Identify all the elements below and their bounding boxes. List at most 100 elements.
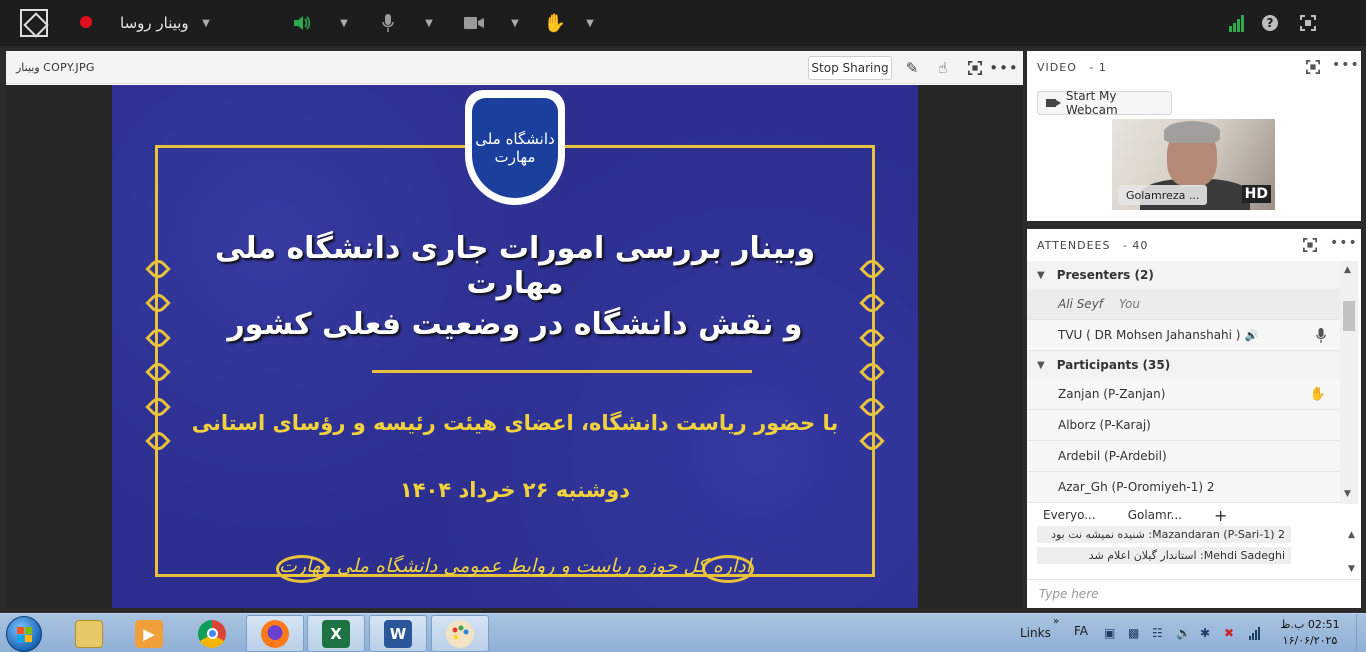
- attendee-row[interactable]: TVU ( DR Mohsen Jahanshahi ) 🔊: [1027, 320, 1340, 351]
- network-tray-icon[interactable]: ▩: [1128, 626, 1142, 640]
- attendee-row[interactable]: Ali Seyf You: [1027, 289, 1340, 320]
- presenters-group-header[interactable]: ▼ Presenters (2): [1027, 261, 1340, 289]
- slide-title-line-2: و نقش دانشگاه در وضعیت فعلی کشور: [227, 307, 803, 342]
- university-logo-text: دانشگاه ملی مهارت: [472, 97, 558, 198]
- scroll-down-icon[interactable]: ▼: [1348, 564, 1355, 574]
- chrome-taskbar-button[interactable]: [183, 615, 241, 652]
- share-pod: وبینار COPY.JPG Stop Sharing ✎ ☝ ••• دان…: [6, 51, 1023, 608]
- chat-message: Mehdi Sadeghi: استاندار گیلان اعلام شد: [1037, 547, 1291, 564]
- presenters-label: Presenters (2): [1056, 268, 1154, 282]
- attendees-scrollbar[interactable]: ▲ ▼: [1340, 261, 1358, 504]
- chat-pod: Everyo... Golamr... + Mazandaran (P-Sari…: [1027, 504, 1361, 608]
- webcam-video-tile[interactable]: Golamreza ... HD: [1112, 119, 1275, 210]
- draw-pen-icon[interactable]: ✎: [901, 57, 923, 79]
- add-chat-tab-button[interactable]: +: [1198, 506, 1243, 525]
- start-webcam-button[interactable]: Start My Webcam: [1037, 89, 1172, 117]
- left-ornament: [144, 256, 172, 454]
- language-indicator[interactable]: FA: [1074, 624, 1088, 638]
- participants-label: Participants (35): [1056, 358, 1171, 372]
- monitor-tray-icon[interactable]: ▣: [1104, 626, 1118, 640]
- video-pod: VIDEO - 1 ••• Start My Webcam Golamreza …: [1027, 51, 1361, 221]
- app-logo-icon[interactable]: [20, 9, 48, 37]
- stop-sharing-button[interactable]: Stop Sharing: [808, 56, 892, 80]
- attendee-name: Ardebil (P-Ardebil): [1058, 449, 1167, 463]
- raise-hand-icon[interactable]: ✋: [541, 0, 569, 46]
- scroll-down-icon[interactable]: ▼: [1344, 489, 1351, 499]
- more-options-icon[interactable]: •••: [1332, 57, 1360, 73]
- slide-frame: [155, 145, 875, 577]
- attendee-row[interactable]: Zanjan (P-Zanjan) ✋: [1027, 379, 1340, 410]
- help-icon[interactable]: ?: [1258, 0, 1282, 46]
- speaking-icon: 🔊: [1244, 328, 1259, 342]
- start-button[interactable]: [6, 616, 42, 652]
- you-tag: You: [1119, 297, 1140, 311]
- attendee-list: ▼ Presenters (2) Ali Seyf You TVU ( DR M…: [1027, 261, 1340, 503]
- firefox-taskbar-button[interactable]: [246, 615, 304, 652]
- attendee-row[interactable]: Alborz (P-Karaj): [1027, 410, 1340, 441]
- chat-scrollbar[interactable]: ▲ ▼: [1345, 526, 1361, 578]
- attendees-pod: ATTENDEES - 40 ••• ▼ Presenters (2) Ali …: [1027, 229, 1361, 504]
- scroll-up-icon[interactable]: ▲: [1344, 265, 1351, 275]
- slide-subtitle: با حضور ریاست دانشگاه، اعضای هیئت رئیسه …: [191, 411, 839, 435]
- system-clock[interactable]: 02:51 ب.ظ ۱۶/۰۶/۲۰۲۵: [1280, 617, 1340, 649]
- video-header-label: VIDEO: [1037, 61, 1077, 74]
- speaker-icon[interactable]: [288, 0, 316, 46]
- attendees-pod-header: ATTENDEES - 40: [1037, 239, 1148, 252]
- pointer-icon[interactable]: ☝: [932, 57, 954, 79]
- camera-icon[interactable]: [460, 0, 488, 46]
- clipboard-tray-icon[interactable]: ☷: [1152, 626, 1166, 640]
- microphone-icon[interactable]: [376, 0, 400, 46]
- paint-palette-icon: [446, 619, 474, 648]
- more-options-icon[interactable]: •••: [1330, 235, 1358, 251]
- more-options-icon[interactable]: •••: [989, 57, 1018, 79]
- chevron-double-icon[interactable]: »: [1053, 616, 1059, 627]
- chevron-down-icon[interactable]: ▼: [419, 0, 439, 46]
- signal-tray-icon[interactable]: [1248, 626, 1262, 640]
- fullscreen-icon[interactable]: [1306, 60, 1320, 78]
- scroll-up-icon[interactable]: ▲: [1348, 530, 1355, 540]
- chevron-down-icon[interactable]: ▼: [580, 0, 600, 46]
- camera-icon: [1046, 99, 1061, 107]
- paint-taskbar-button[interactable]: [431, 615, 489, 652]
- show-desktop-button[interactable]: [1356, 614, 1366, 652]
- participants-group-header[interactable]: ▼ Participants (35): [1027, 351, 1340, 379]
- chat-messages: Mazandaran (P-Sari-1) 2: شنیده نمیشه نت …: [1037, 526, 1291, 576]
- chevron-down-icon: ▼: [1037, 269, 1045, 281]
- attendee-row[interactable]: Azar_Gh (P-Oromiyeh-1) 2: [1027, 472, 1340, 503]
- chrome-icon: [198, 619, 226, 648]
- signal-bars-icon[interactable]: [1224, 0, 1250, 46]
- chevron-down-icon[interactable]: ▼: [505, 0, 525, 46]
- slide-date: دوشنبه ۲۶ خرداد ۱۴۰۴: [399, 478, 631, 502]
- hd-badge: HD: [1241, 185, 1271, 203]
- excel-taskbar-button[interactable]: X: [307, 615, 365, 652]
- volume-tray-icon[interactable]: 🔈: [1176, 626, 1191, 640]
- tab-private-chat[interactable]: Golamr...: [1112, 508, 1198, 522]
- links-toolbar[interactable]: Links: [1020, 626, 1051, 640]
- slide-divider: [372, 370, 752, 373]
- chat-tabs: Everyo... Golamr... +: [1027, 504, 1361, 526]
- security-alert-tray-icon[interactable]: ✖: [1224, 626, 1238, 640]
- word-taskbar-button[interactable]: W: [369, 615, 427, 652]
- share-title: وبینار COPY.JPG: [16, 61, 95, 74]
- video-tile-name: Golamreza ...: [1118, 185, 1208, 205]
- share-pod-header: وبینار COPY.JPG Stop Sharing ✎ ☝ •••: [6, 51, 1023, 84]
- bluetooth-tray-icon[interactable]: ✱: [1200, 626, 1214, 640]
- tab-everyone[interactable]: Everyo...: [1027, 508, 1112, 522]
- microphone-icon: [1316, 328, 1326, 347]
- record-icon[interactable]: [80, 16, 92, 28]
- fullscreen-icon[interactable]: [964, 57, 986, 79]
- chevron-down-icon[interactable]: ▼: [196, 0, 216, 46]
- attendees-count: - 40: [1122, 239, 1149, 252]
- fullscreen-icon[interactable]: [1296, 0, 1320, 46]
- fullscreen-icon[interactable]: [1303, 238, 1317, 256]
- scrollbar-thumb[interactable]: [1343, 301, 1355, 331]
- attendee-row[interactable]: Ardebil (P-Ardebil): [1027, 441, 1340, 472]
- right-ornament: [858, 256, 886, 454]
- video-count: - 1: [1089, 61, 1107, 74]
- media-player-taskbar-button[interactable]: ▶: [120, 615, 178, 652]
- chat-input[interactable]: Type here: [1027, 579, 1361, 608]
- chevron-down-icon[interactable]: ▼: [334, 0, 354, 46]
- slide-title-line-1: وبینار بررسی امورات جاری دانشگاه ملی مها…: [214, 231, 816, 301]
- university-logo: دانشگاه ملی مهارت: [465, 90, 565, 205]
- file-explorer-taskbar-button[interactable]: [60, 615, 118, 652]
